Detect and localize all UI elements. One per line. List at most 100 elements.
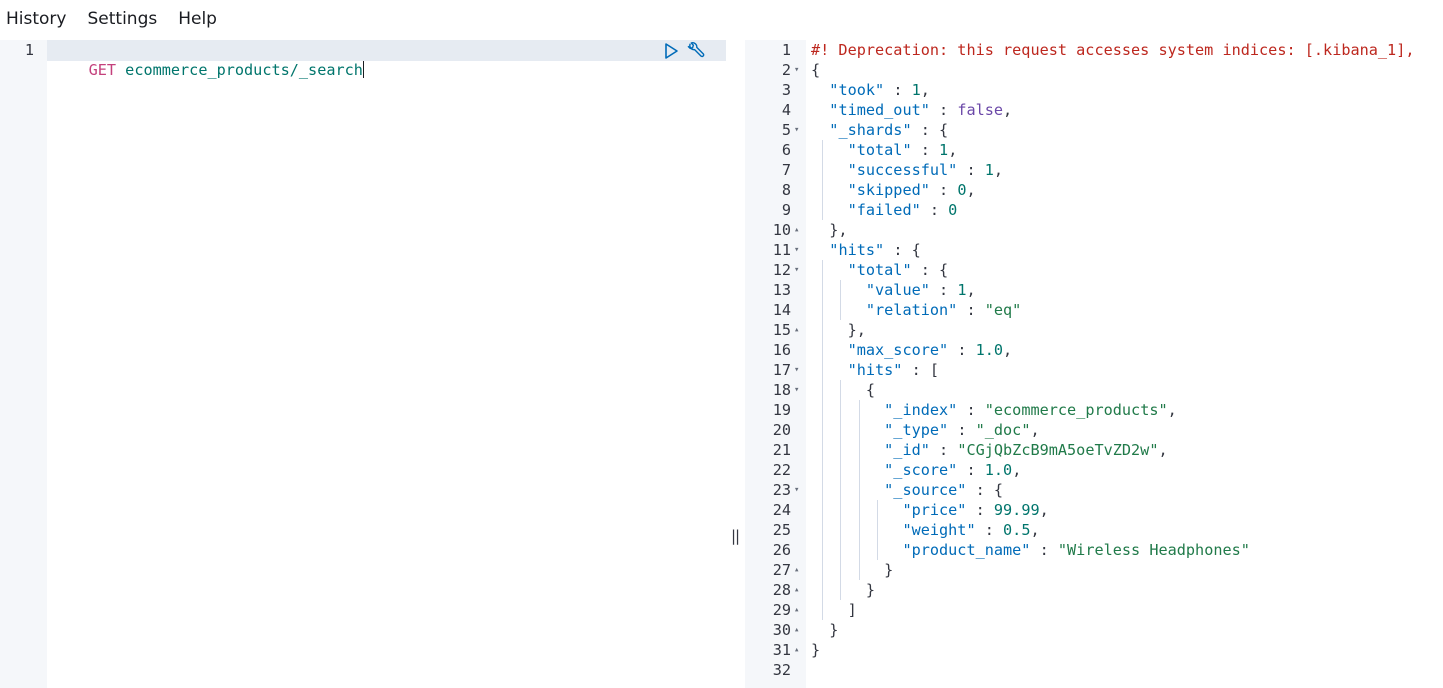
code-token: : bbox=[957, 161, 985, 179]
menu-history[interactable]: History bbox=[6, 0, 66, 38]
response-line: "value" : 1, bbox=[811, 280, 976, 300]
code-token: 1 bbox=[984, 161, 994, 179]
code-token: : { bbox=[884, 241, 921, 259]
code-token: , bbox=[1039, 501, 1049, 519]
line-number: 13 bbox=[772, 281, 791, 299]
play-icon[interactable] bbox=[661, 41, 681, 61]
fold-open-icon[interactable]: ▾ bbox=[794, 380, 799, 400]
code-token: } bbox=[811, 641, 821, 659]
code-token: : { bbox=[911, 121, 949, 139]
code-token: : bbox=[948, 421, 976, 439]
line-number: 7 bbox=[781, 161, 791, 179]
code-token: "product_name" bbox=[902, 541, 1031, 559]
request-gutter: 1 bbox=[0, 40, 47, 688]
code-token: , bbox=[920, 81, 930, 99]
response-line: "_type" : "_doc", bbox=[811, 420, 1040, 440]
pane-divider[interactable] bbox=[726, 40, 745, 688]
code-token: "_shards" bbox=[829, 121, 912, 139]
request-editor[interactable]: 1 GET ecommerce_products/_search bbox=[0, 40, 726, 688]
response-line: }, bbox=[811, 320, 866, 340]
code-token: , bbox=[966, 181, 976, 199]
resize-handle-icon[interactable]: || bbox=[731, 527, 740, 545]
fold-open-icon[interactable]: ▾ bbox=[794, 60, 799, 80]
fold-open-icon[interactable]: ▾ bbox=[794, 260, 799, 280]
response-line: ] bbox=[811, 600, 857, 620]
line-number: 26 bbox=[772, 541, 791, 559]
code-token: : bbox=[911, 141, 940, 159]
code-token: 1.0 bbox=[975, 341, 1004, 359]
wrench-icon[interactable] bbox=[686, 41, 706, 61]
fold-close-icon[interactable]: ▴ bbox=[794, 620, 799, 640]
request-path: ecommerce_products/_search bbox=[125, 61, 363, 79]
response-line: "_score" : 1.0, bbox=[811, 460, 1021, 480]
code-token: , bbox=[1030, 421, 1040, 439]
fold-close-icon[interactable]: ▴ bbox=[794, 560, 799, 580]
code-token: 0 bbox=[948, 201, 958, 219]
code-token: "timed_out" bbox=[829, 101, 930, 119]
code-token: : [ bbox=[902, 361, 940, 379]
line-number: 32 bbox=[772, 661, 791, 679]
code-token: : bbox=[929, 441, 958, 459]
fold-open-icon[interactable]: ▾ bbox=[794, 120, 799, 140]
code-token: : bbox=[929, 101, 958, 119]
fold-close-icon[interactable]: ▴ bbox=[794, 320, 799, 340]
code-token: }, bbox=[811, 221, 848, 239]
line-number: 9 bbox=[781, 201, 791, 219]
code-token: { bbox=[811, 61, 821, 79]
code-token: #! Deprecation: this request accesses sy… bbox=[811, 41, 1415, 59]
line-number: 31 bbox=[772, 641, 791, 659]
request-line[interactable]: GET ecommerce_products/_search bbox=[52, 40, 364, 79]
fold-open-icon[interactable]: ▾ bbox=[794, 360, 799, 380]
menu-bar: History Settings Help bbox=[0, 0, 1443, 38]
response-line: "failed" : 0 bbox=[811, 200, 958, 220]
line-number: 21 bbox=[772, 441, 791, 459]
fold-close-icon[interactable]: ▴ bbox=[794, 640, 799, 660]
line-number: 1 bbox=[781, 41, 791, 59]
code-token: : bbox=[975, 521, 1004, 539]
code-token: "max_score" bbox=[847, 341, 949, 359]
code-token: : { bbox=[966, 481, 1004, 499]
code-token: } bbox=[811, 581, 876, 599]
code-token: "failed" bbox=[847, 201, 921, 219]
code-token: , bbox=[1030, 521, 1040, 539]
line-number: 11 bbox=[772, 241, 791, 259]
response-line: "price" : 99.99, bbox=[811, 500, 1049, 520]
fold-close-icon[interactable]: ▴ bbox=[794, 220, 799, 240]
response-line: "_id" : "CGjQbZcB9mA5oeTvZD2w", bbox=[811, 440, 1168, 460]
code-token: : { bbox=[911, 261, 949, 279]
line-number: 6 bbox=[781, 141, 791, 159]
fold-open-icon[interactable]: ▾ bbox=[794, 480, 799, 500]
code-token: , bbox=[1158, 441, 1168, 459]
response-line: "_shards" : { bbox=[811, 120, 948, 140]
fold-open-icon[interactable]: ▾ bbox=[794, 240, 799, 260]
fold-close-icon[interactable]: ▴ bbox=[794, 580, 799, 600]
menu-help[interactable]: Help bbox=[178, 0, 217, 38]
fold-close-icon[interactable]: ▴ bbox=[794, 600, 799, 620]
response-line: } bbox=[811, 640, 820, 660]
code-token: : bbox=[957, 301, 985, 319]
code-token: "value" bbox=[865, 281, 930, 299]
line-number: 14 bbox=[772, 301, 791, 319]
code-token: 99.99 bbox=[993, 501, 1040, 519]
response-line: } bbox=[811, 620, 838, 640]
menu-settings[interactable]: Settings bbox=[87, 0, 157, 38]
code-token: ] bbox=[811, 601, 857, 619]
code-token: "relation" bbox=[865, 301, 958, 319]
code-token: "_type" bbox=[884, 421, 949, 439]
response-line: "_index" : "ecommerce_products", bbox=[811, 400, 1177, 420]
line-number: 25 bbox=[772, 521, 791, 539]
code-token: , bbox=[1167, 401, 1177, 419]
